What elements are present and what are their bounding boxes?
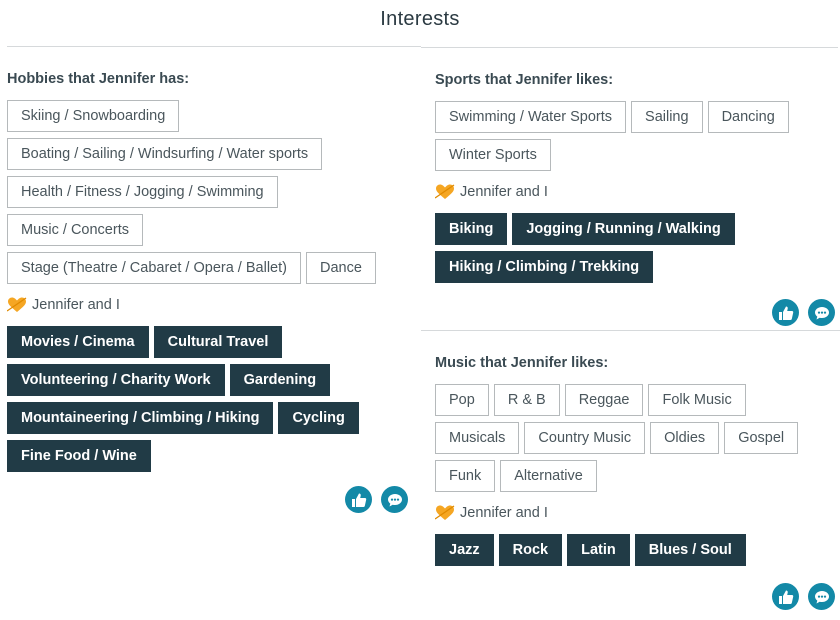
music-shared-tags: Jazz Rock Latin Blues / Soul: [435, 534, 835, 566]
shared-label: Jennifer and I: [460, 505, 548, 521]
chat-bubble-icon: [387, 493, 402, 506]
shared-label: Jennifer and I: [32, 297, 120, 313]
shared-hobby-tag[interactable]: Gardening: [229, 364, 331, 396]
shared-music-tag[interactable]: Latin: [567, 534, 630, 566]
sports-actions: [772, 299, 835, 326]
music-tag[interactable]: Funk: [435, 460, 496, 492]
sport-tag[interactable]: Winter Sports: [435, 139, 551, 171]
music-tag[interactable]: R & B: [493, 384, 560, 416]
divider: [421, 330, 840, 331]
thumbs-up-icon: [778, 590, 793, 604]
sport-tag[interactable]: Sailing: [631, 101, 703, 133]
comment-button[interactable]: [808, 583, 835, 610]
sports-tags: Swimming / Water Sports Sailing Dancing …: [435, 101, 835, 171]
music-tag[interactable]: Country Music: [524, 422, 646, 454]
shared-interests-heading: Jennifer and I: [7, 294, 412, 316]
music-tag[interactable]: Oldies: [650, 422, 720, 454]
shared-interests-heading: Jennifer and I: [435, 181, 835, 203]
chat-bubble-icon: [814, 306, 829, 319]
hobbies-shared-tags: Movies / Cinema Cultural Travel Voluntee…: [7, 326, 412, 472]
music-tag[interactable]: Reggae: [564, 384, 644, 416]
music-actions: [772, 583, 835, 610]
music-section: Music that Jennifer likes: Pop R & B Reg…: [435, 354, 835, 566]
shared-sport-tag[interactable]: Hiking / Climbing / Trekking: [435, 251, 654, 283]
hobbies-actions: [345, 486, 408, 513]
music-label: Music that Jennifer likes:: [435, 355, 609, 371]
shared-music-tag[interactable]: Rock: [498, 534, 563, 566]
shared-hobby-tag[interactable]: Cultural Travel: [153, 326, 283, 358]
sport-tag[interactable]: Dancing: [707, 101, 789, 133]
shared-hobby-tag[interactable]: Mountaineering / Climbing / Hiking: [7, 402, 274, 434]
shared-sport-tag[interactable]: Jogging / Running / Walking: [512, 213, 735, 245]
comment-button[interactable]: [381, 486, 408, 513]
like-button[interactable]: [345, 486, 372, 513]
hobby-tag[interactable]: Health / Fitness / Jogging / Swimming: [7, 176, 278, 208]
thumbs-up-icon: [778, 306, 793, 320]
heart-arrow-icon: [7, 297, 27, 312]
shared-hobby-tag[interactable]: Volunteering / Charity Work: [7, 364, 225, 396]
shared-interests-heading: Jennifer and I: [435, 502, 835, 524]
sports-shared-tags: Biking Jogging / Running / Walking Hikin…: [435, 213, 835, 283]
thumbs-up-icon: [351, 493, 366, 507]
shared-label: Jennifer and I: [460, 184, 548, 200]
music-tags: Pop R & B Reggae Folk Music Musicals Cou…: [435, 384, 835, 492]
divider: [421, 47, 838, 48]
hobby-tag[interactable]: Skiing / Snowboarding: [7, 100, 180, 132]
page-title: Interests: [380, 8, 460, 30]
sport-tag[interactable]: Swimming / Water Sports: [435, 101, 627, 133]
shared-music-tag[interactable]: Jazz: [435, 534, 494, 566]
hobbies-tags: Skiing / Snowboarding Boating / Sailing …: [7, 100, 412, 284]
music-tag[interactable]: Pop: [435, 384, 489, 416]
heart-arrow-icon: [435, 505, 455, 520]
hobby-tag[interactable]: Music / Concerts: [7, 214, 143, 246]
shared-hobby-tag[interactable]: Cycling: [278, 402, 359, 434]
shared-hobby-tag[interactable]: Movies / Cinema: [7, 326, 149, 358]
comment-button[interactable]: [808, 299, 835, 326]
hobbies-label: Hobbies that Jennifer has:: [7, 71, 190, 87]
like-button[interactable]: [772, 299, 799, 326]
sports-section: Sports that Jennifer likes: Swimming / W…: [435, 71, 835, 283]
music-tag[interactable]: Gospel: [724, 422, 799, 454]
shared-music-tag[interactable]: Blues / Soul: [634, 534, 746, 566]
shared-sport-tag[interactable]: Biking: [435, 213, 508, 245]
hobbies-section: Hobbies that Jennifer has: Skiing / Snow…: [7, 70, 412, 472]
hobby-tag[interactable]: Boating / Sailing / Windsurfing / Water …: [7, 138, 323, 170]
like-button[interactable]: [772, 583, 799, 610]
divider: [7, 46, 421, 47]
shared-hobby-tag[interactable]: Fine Food / Wine: [7, 440, 151, 472]
heart-arrow-icon: [435, 184, 455, 199]
chat-bubble-icon: [814, 590, 829, 603]
hobby-tag[interactable]: Dance: [305, 252, 376, 284]
music-tag[interactable]: Alternative: [500, 460, 597, 492]
music-tag[interactable]: Folk Music: [648, 384, 746, 416]
music-tag[interactable]: Musicals: [435, 422, 520, 454]
hobby-tag[interactable]: Stage (Theatre / Cabaret / Opera / Balle…: [7, 252, 301, 284]
sports-label: Sports that Jennifer likes:: [435, 72, 614, 88]
